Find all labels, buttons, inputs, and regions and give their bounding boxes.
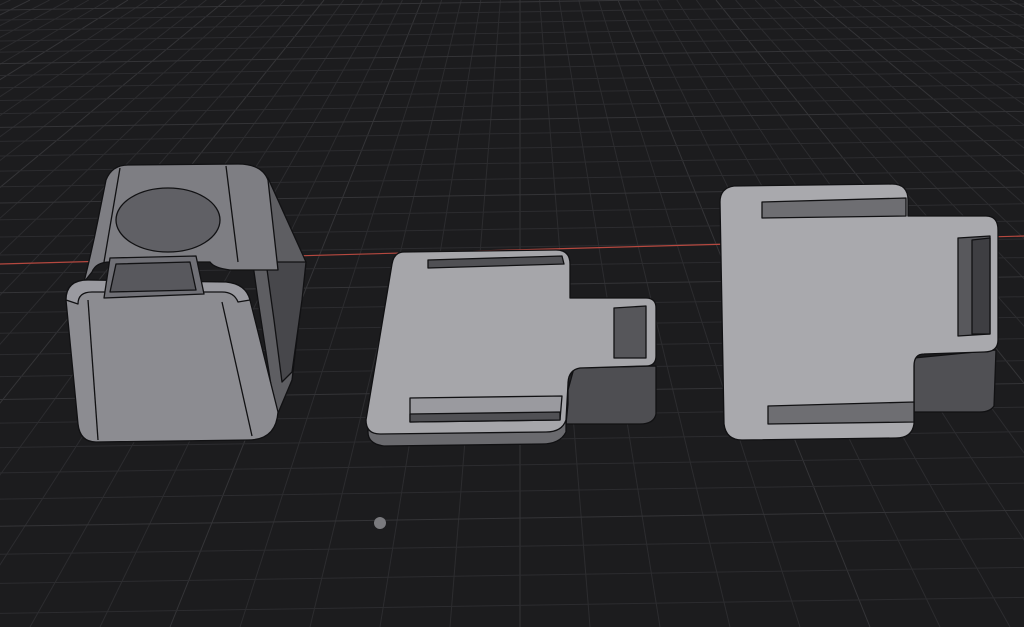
plate-small-side — [565, 365, 657, 425]
origin-point-icon[interactable] — [374, 517, 386, 529]
plate-small-slot-bottom-inner — [409, 411, 561, 423]
plate-small-tab-cutout — [613, 305, 647, 359]
box-square-socket-inner — [109, 261, 197, 293]
plate-large-slot-bottom — [767, 401, 915, 425]
box-enclosure[interactable] — [65, 163, 307, 443]
plate-large-slot-top — [761, 197, 907, 219]
3d-viewport[interactable] — [0, 0, 1024, 627]
box-top-hole — [115, 187, 221, 253]
box-front-face — [65, 279, 279, 443]
flat-plate-large[interactable] — [719, 183, 999, 441]
plate-large-right-cutout-inner — [971, 237, 991, 335]
plate-large-side — [913, 349, 997, 413]
